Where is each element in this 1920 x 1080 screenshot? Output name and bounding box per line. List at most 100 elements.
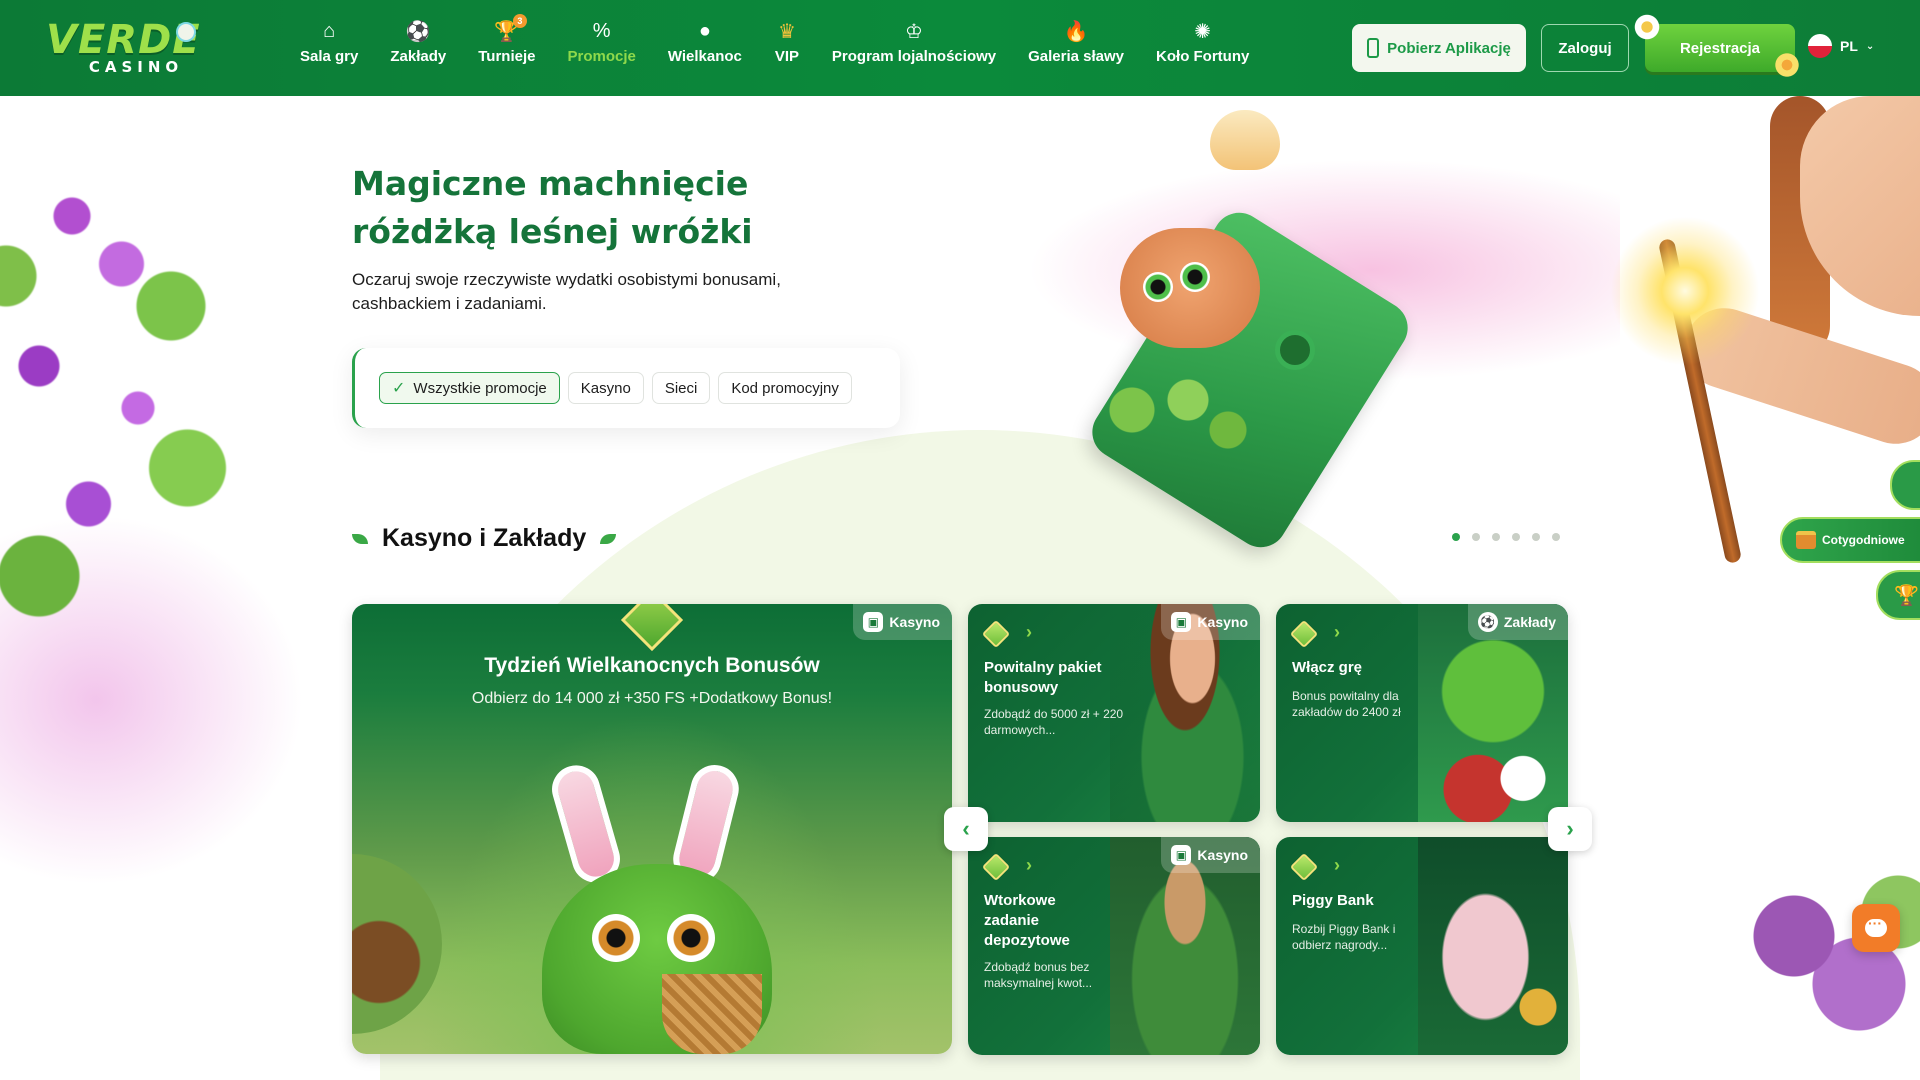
hobbit-house-illustration bbox=[352, 854, 442, 1034]
logo-main-text: VERDE bbox=[46, 17, 201, 63]
chip-label: Kasyno bbox=[580, 379, 631, 397]
wand-glow bbox=[1610, 216, 1760, 366]
flower-decoration-icon bbox=[1774, 52, 1800, 78]
hero-title-line: Magiczne machnięcie bbox=[352, 164, 749, 203]
logo-globe-icon bbox=[176, 22, 196, 42]
card-title: Wtorkowe zadanie depozytowe bbox=[984, 892, 1070, 949]
hero-subtitle: Oczaruj swoje rzeczywiste wydatki osobis… bbox=[352, 268, 872, 316]
login-button[interactable]: Zaloguj bbox=[1541, 24, 1629, 72]
side-tab-trophy[interactable]: 🏆 bbox=[1876, 570, 1920, 620]
nav-label: Galeria sławy bbox=[1028, 48, 1125, 65]
live-chat-button[interactable] bbox=[1852, 904, 1900, 952]
bunny-ear-illustration bbox=[546, 759, 626, 889]
creature-eye-illustration bbox=[1143, 272, 1173, 302]
chevron-right-icon: › bbox=[1026, 855, 1032, 875]
verde-casino-logo[interactable]: VERDE CASINO bbox=[46, 17, 201, 80]
chevron-down-icon: ⌄ bbox=[1865, 40, 1875, 52]
tag-label: Kasyno bbox=[1197, 614, 1248, 630]
language-code: PL bbox=[1840, 38, 1858, 54]
easter-egg-icon: ● bbox=[698, 19, 711, 42]
trophy-icon: 🏆 bbox=[1894, 584, 1919, 607]
bird-illustration bbox=[1210, 110, 1280, 170]
nav-item-turnieje[interactable]: 🏆 3 Turnieje bbox=[462, 14, 551, 80]
nav-item-zaklady[interactable]: ⚽ Zakłady bbox=[374, 18, 462, 80]
section-header: Kasyno i Zakłady bbox=[352, 524, 617, 553]
lilac-branch-decoration bbox=[0, 96, 270, 696]
phone-icon bbox=[1367, 38, 1380, 58]
nav-label: Program lojalnościowy bbox=[831, 48, 997, 65]
nav-label: Zakłady bbox=[390, 48, 447, 65]
nav-item-galeria-slawy[interactable]: 🔥 Galeria sławy bbox=[1012, 18, 1140, 80]
carousel-dot[interactable] bbox=[1512, 533, 1520, 541]
carousel-next-button[interactable]: › bbox=[1548, 807, 1592, 851]
download-app-label: Pobierz Aplikację bbox=[1387, 39, 1511, 57]
side-tab-weekly[interactable]: Cotygodniowe bbox=[1780, 517, 1920, 563]
nav-label: Wielkanoc bbox=[667, 48, 742, 65]
card-category-tag: ▣ Kasyno bbox=[1161, 837, 1260, 873]
hero-title-line: różdżką leśnej wróżki bbox=[352, 212, 753, 251]
carousel-prev-button[interactable]: ‹ bbox=[944, 807, 988, 851]
promo-card-easter-week[interactable]: ▣ Kasyno Tydzień Wielkanocnych Bonusów O… bbox=[352, 604, 952, 1054]
nav-item-promocje[interactable]: % Promocje bbox=[551, 18, 651, 80]
carousel-dot[interactable] bbox=[1452, 533, 1460, 541]
poland-flag-icon bbox=[1808, 34, 1832, 58]
nav-item-kolo-fortuny[interactable]: ✺ Koło Fortuny bbox=[1140, 18, 1265, 80]
chevron-left-icon: ‹ bbox=[962, 816, 970, 841]
main-nav: ⌂ Sala gry ⚽ Zakłady 🏆 3 Turnieje % Prom… bbox=[284, 14, 1265, 80]
promo-card-wlacz-gre[interactable]: › ⚽ Zakłady Włącz grę Bonus powitalny dl… bbox=[1276, 604, 1568, 822]
checkmark-icon: ✓ bbox=[392, 380, 406, 397]
soccer-ball-icon: ⚽ bbox=[1477, 612, 1498, 632]
chat-bubble-icon bbox=[1865, 915, 1887, 937]
nav-label: Promocje bbox=[567, 48, 636, 65]
lilac-corner-decoration bbox=[1690, 840, 1920, 1080]
nav-item-vip[interactable]: ♛ VIP bbox=[758, 18, 816, 80]
slot-machine-icon: ▣ bbox=[1171, 845, 1192, 865]
language-selector[interactable]: PL ⌄ bbox=[1808, 34, 1874, 58]
card-description: Zdobądź bonus bez maksymalnej kwot... bbox=[984, 960, 1093, 990]
carousel-dot[interactable] bbox=[1532, 533, 1540, 541]
card-title: Powitalny pakiet bonusowy bbox=[984, 659, 1102, 696]
carousel-dot[interactable] bbox=[1472, 533, 1480, 541]
promo-card-welcome-pack[interactable]: › ▣ Kasyno Powitalny pakiet bonusowy Zdo… bbox=[968, 604, 1260, 822]
card-title: Tydzień Wielkanocnych Bonusów bbox=[484, 654, 820, 677]
promo-card-piggy-bank[interactable]: › Piggy Bank Rozbij Piggy Bank i odbierz… bbox=[1276, 837, 1568, 1055]
nav-label: Sala gry bbox=[300, 48, 359, 65]
flame-icon: 🔥 bbox=[1063, 20, 1089, 43]
filter-chip-kasyno[interactable]: Kasyno bbox=[567, 372, 644, 404]
card-category-tag: ▣ Kasyno bbox=[853, 604, 952, 640]
section-title: Kasyno i Zakłady bbox=[382, 524, 587, 552]
nav-item-sala-gry[interactable]: ⌂ Sala gry bbox=[284, 18, 374, 80]
chip-label: Kod promocyjny bbox=[731, 379, 839, 397]
promo-card-tuesday-deposit[interactable]: › ▣ Kasyno Wtorkowe zadanie depozytowe Z… bbox=[968, 837, 1260, 1055]
card-art-illustration bbox=[1418, 837, 1568, 1055]
gift-ribbon-decoration bbox=[620, 604, 684, 652]
tag-label: Kasyno bbox=[1197, 847, 1248, 863]
download-app-button[interactable]: Pobierz Aplikację bbox=[1352, 24, 1526, 72]
card-category-tag: ▣ Kasyno bbox=[1161, 604, 1260, 640]
register-button[interactable]: Rejestracja bbox=[1645, 24, 1795, 72]
side-tab-weekly-label: Cotygodniowe bbox=[1822, 533, 1905, 547]
card-subtitle: Odbierz do 14 000 zł +350 FS +Dodatkowy … bbox=[471, 690, 833, 707]
filter-chip-all-promotions[interactable]: ✓ Wszystkie promocje bbox=[379, 372, 560, 404]
card-title: Włącz grę bbox=[1292, 659, 1363, 676]
nav-label: Turnieje bbox=[478, 48, 536, 65]
nav-label: VIP bbox=[774, 48, 799, 65]
card-description: Rozbij Piggy Bank i odbierz nagrody... bbox=[1292, 922, 1396, 952]
gem-icon bbox=[1289, 619, 1319, 649]
carousel-dot[interactable] bbox=[1492, 533, 1500, 541]
card-description: Zdobądź do 5000 zł + 220 darmowych... bbox=[984, 707, 1124, 737]
tag-label: Zakłady bbox=[1503, 614, 1556, 630]
filter-chip-kod-promocyjny[interactable]: Kod promocyjny bbox=[718, 372, 852, 404]
nav-item-program-lojalnosciowy[interactable]: ♔ Program lojalnościowy bbox=[816, 18, 1012, 80]
carousel-dot[interactable] bbox=[1552, 533, 1560, 541]
easter-basket-illustration bbox=[662, 974, 762, 1054]
chip-label: Wszystkie promocje bbox=[413, 379, 547, 397]
filter-chip-sieci[interactable]: Sieci bbox=[651, 372, 711, 404]
chevron-right-icon: › bbox=[1026, 622, 1032, 642]
card-category-tag: ⚽ Zakłady bbox=[1467, 604, 1568, 640]
nav-item-wielkanoc[interactable]: ● Wielkanoc bbox=[652, 18, 758, 80]
chip-label: Sieci bbox=[664, 379, 698, 397]
chevron-right-icon: › bbox=[1334, 855, 1340, 875]
monster-eye-illustration bbox=[667, 914, 715, 962]
gem-icon bbox=[981, 619, 1011, 649]
